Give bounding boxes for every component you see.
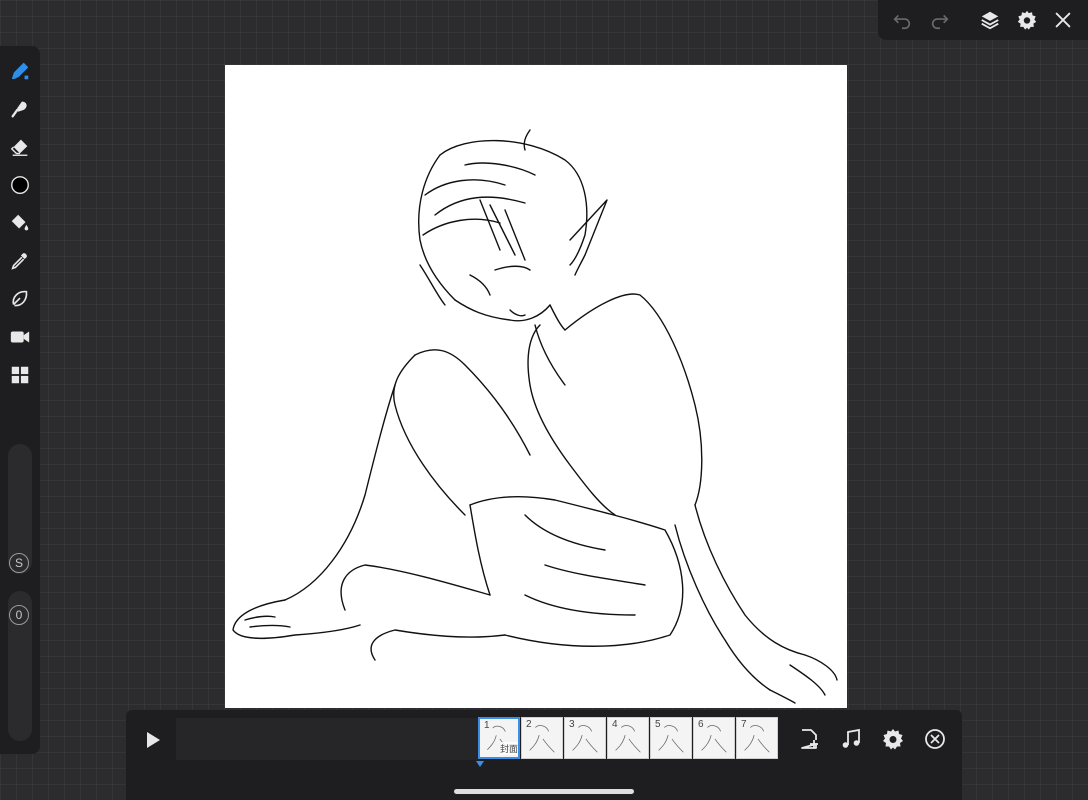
frame-strip: 1 封面 2 3 4 5 6 7: [478, 717, 779, 761]
timeline-bar: 1 封面 2 3 4 5 6 7: [126, 710, 962, 800]
frame-number: 5: [655, 719, 661, 730]
top-toolbar: [878, 0, 1088, 40]
frame-thumbnail[interactable]: 5: [650, 717, 692, 759]
close-circle-icon: [925, 729, 945, 749]
fill-tool-button[interactable]: [4, 208, 36, 238]
frame-number: 1: [484, 720, 490, 731]
grid-icon: [11, 366, 29, 384]
layers-button[interactable]: [976, 6, 1004, 34]
lasso-icon: [12, 290, 28, 307]
music-button[interactable]: [836, 724, 866, 754]
brush-icon: [11, 101, 27, 118]
pen-icon: [11, 62, 29, 80]
camera-tool-button[interactable]: [4, 322, 36, 352]
redo-icon: [931, 14, 949, 30]
redo-button[interactable]: [926, 6, 954, 34]
playhead-marker[interactable]: [476, 761, 484, 767]
video-camera-icon: [10, 331, 30, 343]
add-frame-button[interactable]: [794, 724, 824, 754]
eyedropper-tool-button[interactable]: [4, 246, 36, 276]
frame-number: 6: [698, 719, 704, 730]
color-picker-button[interactable]: [4, 170, 36, 200]
close-timeline-button[interactable]: [920, 724, 950, 754]
lasso-tool-button[interactable]: [4, 284, 36, 314]
frame-thumbnail[interactable]: 7: [736, 717, 778, 759]
frame-label: 封面: [500, 742, 519, 755]
play-button[interactable]: [136, 724, 168, 756]
gear-icon: [1017, 10, 1037, 30]
color-swatch-icon: [11, 176, 29, 194]
brush-tool-button[interactable]: [4, 94, 36, 124]
close-icon: [1055, 12, 1071, 28]
eyedropper-icon: [11, 253, 27, 270]
undo-icon: [893, 14, 911, 30]
opacity-badge: 0: [9, 605, 29, 625]
left-toolbar: S 0: [0, 46, 40, 754]
frame-number: 7: [741, 719, 747, 730]
undo-button[interactable]: [888, 6, 916, 34]
timeline-track[interactable]: [176, 718, 478, 760]
eraser-icon: [10, 139, 28, 156]
line-art-drawing: [232, 129, 838, 704]
gear-icon: [883, 729, 903, 750]
settings-button[interactable]: [1013, 6, 1041, 34]
grid-tool-button[interactable]: [4, 360, 36, 390]
eraser-tool-button[interactable]: [4, 132, 36, 162]
layers-icon: [981, 11, 999, 30]
frame-number: 3: [569, 719, 575, 730]
home-indicator[interactable]: [454, 789, 634, 794]
pen-tool-button[interactable]: [4, 56, 36, 86]
play-icon: [147, 732, 160, 748]
frame-thumbnail[interactable]: 6: [693, 717, 735, 759]
frame-number: 2: [526, 719, 532, 730]
timeline-settings-button[interactable]: [878, 724, 908, 754]
frame-number: 4: [612, 719, 618, 730]
drawing-canvas[interactable]: [225, 65, 847, 708]
size-badge: S: [9, 553, 29, 573]
frame-thumbnail[interactable]: 3: [564, 717, 606, 759]
frame-thumbnail[interactable]: 2: [521, 717, 563, 759]
close-button[interactable]: [1049, 6, 1077, 34]
music-icon: [842, 728, 860, 748]
frame-thumbnail[interactable]: 1 封面: [478, 717, 520, 759]
paint-bucket-icon: [11, 214, 29, 231]
add-frame-icon: [801, 729, 818, 749]
frame-thumbnail[interactable]: 4: [607, 717, 649, 759]
